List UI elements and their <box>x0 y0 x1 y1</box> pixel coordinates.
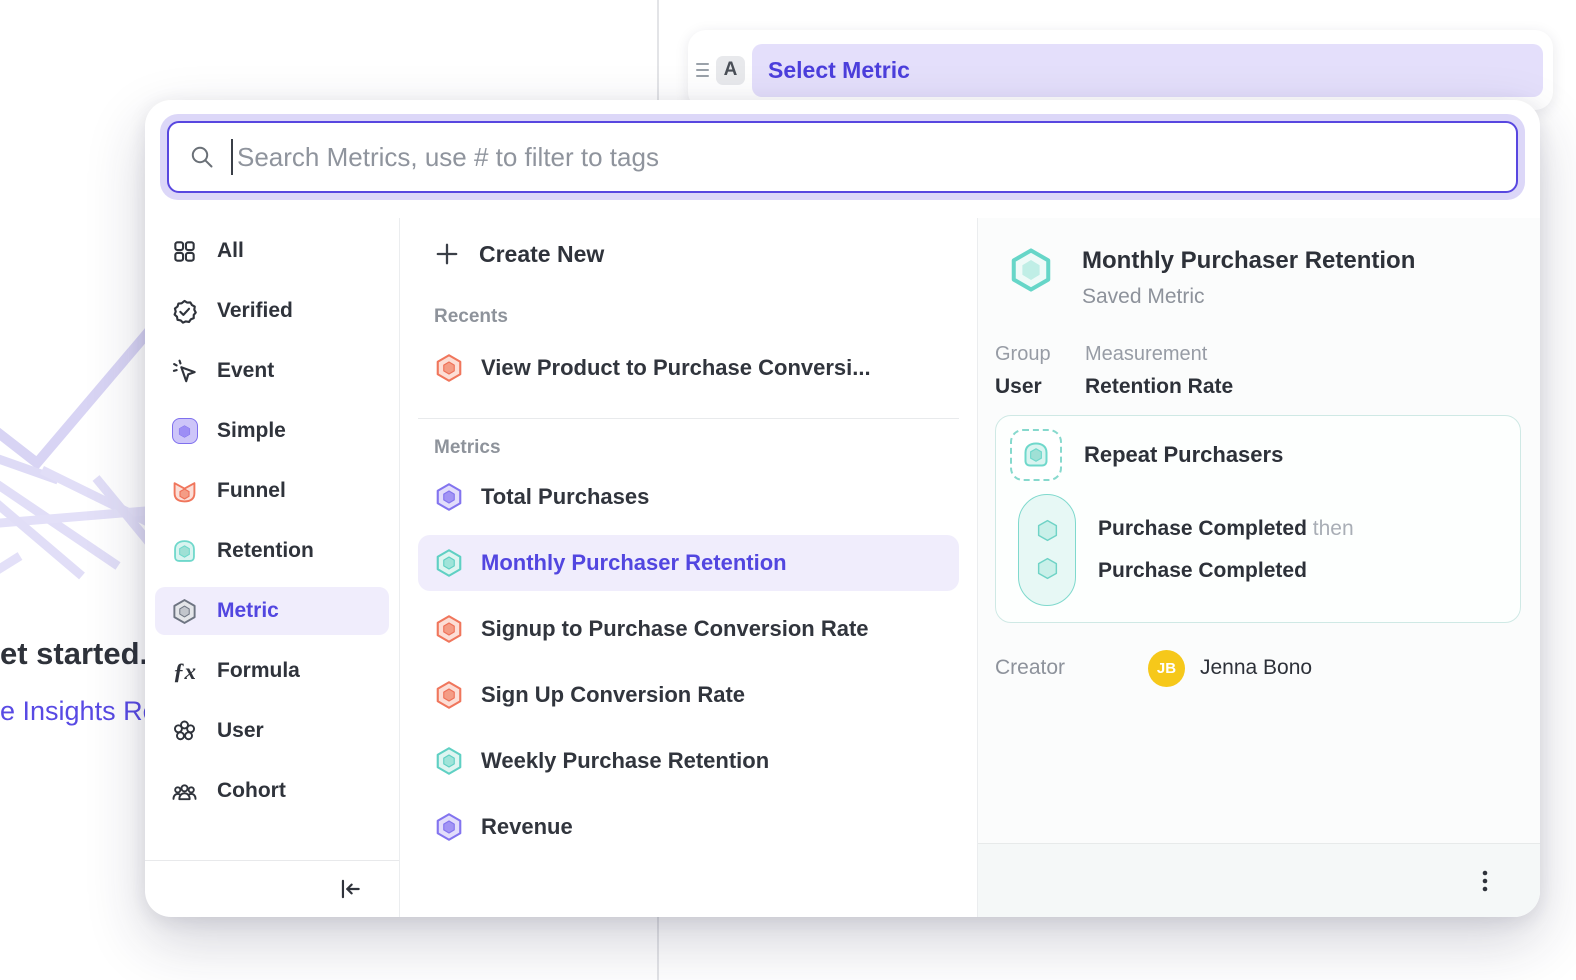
creator-label: Creator <box>995 656 1148 680</box>
sidebar-item-simple[interactable]: Simple <box>155 407 389 455</box>
metric-hexagon-icon <box>171 598 198 625</box>
funnel-icon <box>171 478 198 505</box>
sidebar-item-user[interactable]: User <box>155 707 389 755</box>
plus-icon <box>434 241 460 267</box>
details-footer <box>978 843 1540 917</box>
metric-picker-modal: Search Metrics, use # to filter to tags … <box>145 100 1540 917</box>
sidebar-item-all[interactable]: All <box>155 227 389 275</box>
select-metric-button[interactable]: Select Metric <box>752 44 1543 97</box>
metric-definition-card: Repeat Purchasers Purchase Completed the… <box>995 415 1521 623</box>
retention-metric-hexagon-icon <box>434 548 464 578</box>
group-label: Group <box>995 343 1085 366</box>
simple-hexagon-icon <box>171 418 198 445</box>
step-event-1: Purchase Completed then <box>1098 517 1354 541</box>
sidebar-item-formula[interactable]: ƒx Formula <box>155 647 389 695</box>
recent-metric-item[interactable]: View Product to Purchase Conversi... <box>418 340 959 396</box>
list-item-label: View Product to Purchase Conversi... <box>481 355 871 381</box>
details-subtitle: Saved Metric <box>1082 285 1415 309</box>
series-letter-badge[interactable]: A <box>716 56 745 85</box>
sidebar-item-verified[interactable]: Verified <box>155 287 389 335</box>
search-icon <box>189 144 215 170</box>
type-filter-sidebar: All Verified <box>145 218 400 917</box>
step-event-2: Purchase Completed <box>1098 559 1354 583</box>
details-title: Monthly Purchaser Retention <box>1082 247 1415 275</box>
metric-details-panel: Monthly Purchaser Retention Saved Metric… <box>978 218 1540 917</box>
list-divider <box>418 418 959 419</box>
text-caret <box>231 139 233 175</box>
search-focus-ring: Search Metrics, use # to filter to tags <box>160 114 1525 200</box>
group-value: User <box>995 375 1085 399</box>
metrics-section-label: Metrics <box>418 437 959 459</box>
retention-arch-icon <box>171 538 198 565</box>
metric-list-item[interactable]: Revenue <box>418 799 959 855</box>
background-partial-heading: et started. <box>0 636 148 672</box>
metric-query-row: A Select Metric <box>688 30 1553 110</box>
measurement-value: Retention Rate <box>1085 375 1233 399</box>
search-placeholder: Search Metrics, use # to filter to tags <box>237 142 659 173</box>
measurement-label: Measurement <box>1085 343 1233 366</box>
sidebar-item-label: User <box>217 719 264 743</box>
metric-list-item-selected[interactable]: Monthly Purchaser Retention <box>418 535 959 591</box>
creator-row: Creator JB Jenna Bono <box>978 650 1540 687</box>
sidebar-item-label: Formula <box>217 659 300 683</box>
sidebar-item-label: Event <box>217 359 274 383</box>
sidebar-item-label: All <box>217 239 244 263</box>
creator-avatar: JB <box>1148 650 1185 687</box>
search-input[interactable]: Search Metrics, use # to filter to tags <box>167 121 1518 193</box>
sidebar-item-label: Retention <box>217 539 314 563</box>
step-hexagon-icon <box>1035 556 1060 581</box>
behavior-dashed-box <box>1010 429 1062 481</box>
metric-list-item[interactable]: Signup to Purchase Conversion Rate <box>418 601 959 657</box>
sidebar-item-label: Cohort <box>217 779 286 803</box>
metric-list-item[interactable]: Total Purchases <box>418 469 959 525</box>
kebab-menu-icon[interactable] <box>1474 868 1496 894</box>
list-item-label: Signup to Purchase Conversion Rate <box>481 616 869 642</box>
step-connector: then <box>1313 517 1354 540</box>
list-item-label: Total Purchases <box>481 484 649 510</box>
sidebar-item-metric[interactable]: Metric <box>155 587 389 635</box>
background-partial-link[interactable]: e Insights Re <box>0 696 158 727</box>
drag-handle-icon[interactable] <box>692 63 712 76</box>
metric-list-item[interactable]: Weekly Purchase Retention <box>418 733 959 789</box>
sidebar-footer <box>145 860 399 917</box>
sidebar-item-funnel[interactable]: Funnel <box>155 467 389 515</box>
list-item-label: Weekly Purchase Retention <box>481 748 769 774</box>
saved-metric-hexagon-icon <box>1008 247 1054 293</box>
funnel-metric-hexagon-icon <box>434 614 464 644</box>
sidebar-item-label: Funnel <box>217 479 286 503</box>
formula-fx-icon: ƒx <box>171 658 198 685</box>
list-item-label: Sign Up Conversion Rate <box>481 682 745 708</box>
details-header: Monthly Purchaser Retention Saved Metric <box>978 247 1540 309</box>
sidebar-item-label: Verified <box>217 299 293 323</box>
sidebar-item-label: Simple <box>217 419 286 443</box>
sidebar-item-retention[interactable]: Retention <box>155 527 389 575</box>
details-meta: Group User Measurement Retention Rate <box>978 343 1540 399</box>
create-new-label: Create New <box>479 241 604 268</box>
list-item-label: Revenue <box>481 814 573 840</box>
recents-section-label: Recents <box>418 306 959 328</box>
event-cursor-icon <box>171 358 198 385</box>
user-cluster-icon <box>171 718 198 745</box>
retention-behavior-icon <box>1021 440 1051 470</box>
simple-metric-hexagon-icon <box>434 482 464 512</box>
retention-metric-hexagon-icon <box>434 746 464 776</box>
step-capsule <box>1018 494 1076 606</box>
behavior-name: Repeat Purchasers <box>1084 442 1283 468</box>
metric-list-column: Create New Recents View Product to Purch… <box>400 218 978 917</box>
create-new-button[interactable]: Create New <box>418 230 959 278</box>
creator-name: Jenna Bono <box>1200 656 1312 680</box>
sidebar-item-event[interactable]: Event <box>155 347 389 395</box>
funnel-metric-hexagon-icon <box>434 353 464 383</box>
cohort-people-icon <box>171 778 198 805</box>
verified-badge-icon <box>171 298 198 325</box>
grid-icon <box>171 238 198 265</box>
list-item-label: Monthly Purchaser Retention <box>481 550 787 576</box>
sidebar-item-label: Metric <box>217 599 279 623</box>
sidebar-item-cohort[interactable]: Cohort <box>155 767 389 815</box>
step-hexagon-icon <box>1035 518 1060 543</box>
funnel-metric-hexagon-icon <box>434 680 464 710</box>
collapse-sidebar-icon[interactable] <box>337 876 363 902</box>
metric-list-item[interactable]: Sign Up Conversion Rate <box>418 667 959 723</box>
simple-metric-hexagon-icon <box>434 812 464 842</box>
